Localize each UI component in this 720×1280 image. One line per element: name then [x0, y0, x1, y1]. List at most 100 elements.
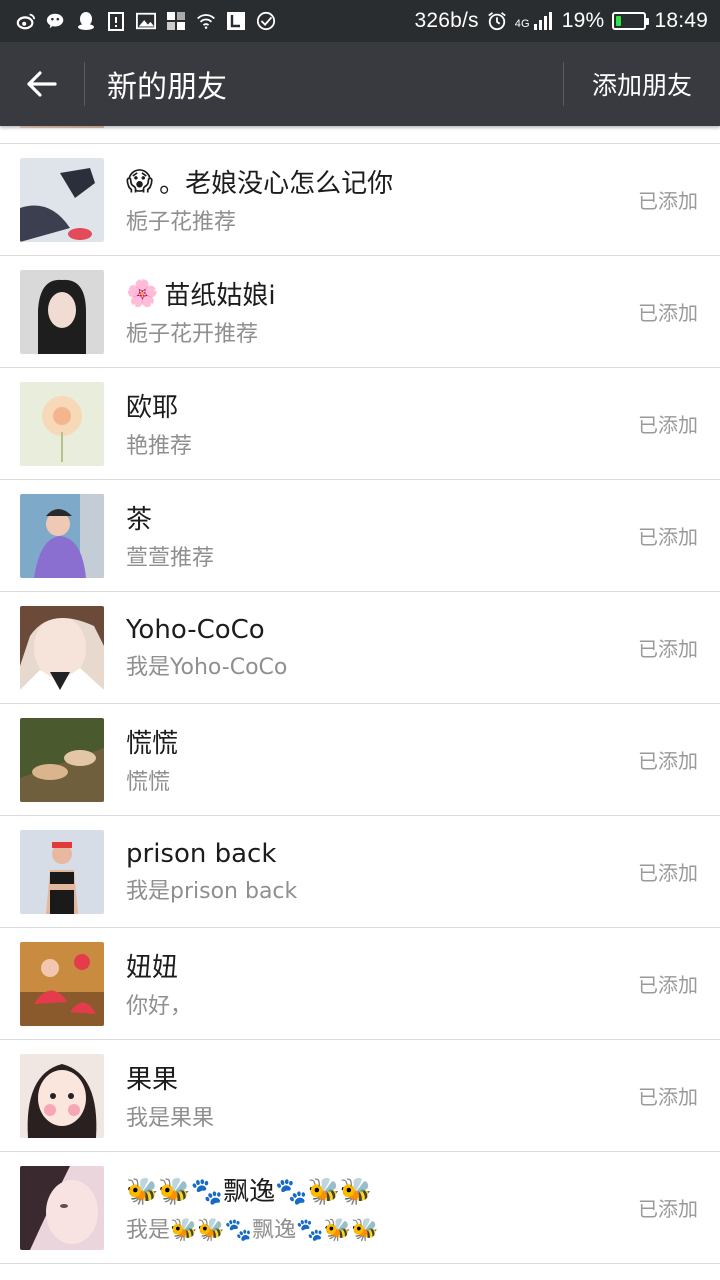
friend-message: 我是果果: [126, 1106, 215, 1131]
app-grid-icon: [166, 11, 186, 31]
avatar[interactable]: [20, 157, 104, 242]
system-status: 326b/s 4G 19% 18:49: [414, 9, 708, 33]
name-emoji-icon: 🌸: [126, 278, 159, 309]
friend-name-text: 欧耶: [126, 393, 179, 423]
friend-info: 慌慌 慌慌: [126, 723, 638, 796]
friend-info: 🐝🐝🐾飘逸🐾🐝🐝 我是🐝🐝🐾飘逸🐾🐝🐝: [126, 1171, 638, 1244]
arrow-left-icon: [27, 71, 57, 97]
friend-message: 艳推荐: [126, 434, 193, 459]
friend-info: 欧耶 艳推荐: [126, 387, 638, 460]
list-item[interactable]: Yoho-CoCo 我是Yoho-CoCo 已添加: [0, 592, 720, 704]
friend-name: 慌慌: [126, 723, 638, 760]
app-bar: 新的朋友 添加朋友: [0, 42, 720, 126]
added-status: 已添加: [638, 637, 698, 661]
friend-message: 栀子花开推荐: [126, 322, 259, 347]
avatar[interactable]: [20, 605, 104, 690]
friend-message: 慌慌: [126, 770, 171, 795]
image-icon: [136, 11, 156, 31]
friend-name-text: 。老娘没心怎么记你: [159, 169, 394, 199]
friend-info: 😱 。老娘没心怎么记你栀子花推荐: [126, 163, 638, 236]
friend-info: Yoho-CoCo 我是Yoho-CoCo: [126, 615, 638, 681]
list-item[interactable]: 茶萱萱推荐 已添加: [0, 480, 720, 592]
wifi-icon: [196, 11, 216, 31]
friend-info: 妞妞你好，: [126, 947, 638, 1020]
friend-name-text: 苗纸姑娘i: [164, 281, 276, 311]
friend-name: 妞妞: [126, 947, 638, 984]
friend-name: 🌸 苗纸姑娘i: [126, 275, 638, 312]
add-friend-button[interactable]: 添加朋友: [564, 42, 720, 126]
avatar[interactable]: [20, 717, 104, 802]
added-status: 已添加: [638, 301, 698, 325]
friend-name-text: 🐝🐝🐾飘逸🐾🐝🐝: [126, 1177, 373, 1207]
clipboard-icon: [106, 11, 126, 31]
avatar[interactable]: [20, 829, 104, 914]
new-friends-list: 😱 。老娘没心怎么记你 栀子花推荐 已添加 🌸 苗纸姑娘i 栀子花开推荐 已添加 欧耶 艳推荐已…: [0, 126, 720, 1280]
list-item[interactable]: 🌸 苗纸姑娘i 栀子花开推荐 已添加: [0, 256, 720, 368]
list-item-partial[interactable]: [0, 126, 720, 144]
alarm-icon: [487, 11, 507, 31]
friend-info: 茶萱萱推荐: [126, 499, 638, 572]
friend-name-text: 慌慌: [126, 729, 179, 759]
avatar[interactable]: [20, 381, 104, 466]
friend-name-text: prison back: [126, 838, 277, 869]
friend-message: 我是prison back: [126, 878, 298, 904]
added-status: 已添加: [638, 749, 698, 773]
friend-message: 萱萱推荐: [126, 546, 215, 571]
added-status: 已添加: [638, 1085, 698, 1109]
friend-name: 茶: [126, 499, 638, 536]
added-status: 已添加: [638, 525, 698, 549]
friend-name: 😱 。老娘没心怎么记你: [126, 163, 638, 200]
friend-message: 我是🐝🐝🐾飘逸🐾🐝🐝: [126, 1218, 379, 1243]
friend-name: 🐝🐝🐾飘逸🐾🐝🐝: [126, 1171, 638, 1208]
check-circle-icon: [256, 11, 276, 31]
list-item[interactable]: 慌慌 慌慌 已添加: [0, 704, 720, 816]
friend-message: 栀子花推荐: [126, 210, 237, 235]
friend-name: prison back: [126, 839, 638, 869]
list-item[interactable]: 果果 我是果果 已添加: [0, 1040, 720, 1152]
friend-name: 欧耶: [126, 387, 638, 424]
friend-name-text: Yoho-CoCo: [126, 614, 265, 645]
list-item[interactable]: 欧耶 艳推荐 已添加: [0, 368, 720, 480]
friend-message: 我是Yoho-CoCo: [126, 654, 288, 680]
friend-name-text: 果果: [126, 1065, 179, 1095]
avatar[interactable]: [20, 493, 104, 578]
network-type: 4G: [514, 18, 530, 30]
added-status: 已添加: [638, 413, 698, 437]
friend-info: prison back 我是prison back: [126, 839, 638, 905]
list-item[interactable]: 🐝🐝🐾飘逸🐾🐝🐝 我是🐝🐝🐾飘逸🐾🐝🐝 已添加: [0, 1152, 720, 1264]
qq-icon: [76, 11, 96, 31]
battery-percent: 19%: [561, 9, 605, 32]
list-item[interactable]: 😱 。老娘没心怎么记你 栀子花推荐 已添加: [0, 144, 720, 256]
list-item[interactable]: prison back 我是prison back 已添加: [0, 816, 720, 928]
notification-icons: [16, 11, 276, 31]
page-title: 新的朋友: [107, 70, 227, 105]
signal-icon: 4G: [515, 12, 554, 30]
wechat-icon: [46, 11, 66, 31]
friend-name: Yoho-CoCo: [126, 615, 638, 645]
back-button[interactable]: [0, 42, 84, 126]
name-emoji-icon: 😱: [126, 166, 154, 197]
avatar[interactable]: [20, 1053, 104, 1138]
list-item[interactable]: 妞妞 你好， 已添加: [0, 928, 720, 1040]
friend-name: 果果: [126, 1059, 638, 1096]
network-speed: 326b/s: [414, 9, 479, 32]
weibo-icon: [16, 11, 36, 31]
avatar[interactable]: [20, 1165, 104, 1250]
added-status: 已添加: [638, 861, 698, 885]
friend-info: 🌸 苗纸姑娘i 栀子花开推荐: [126, 275, 638, 348]
friend-name-text: 茶: [126, 505, 153, 535]
friend-name-text: 妞妞: [126, 953, 179, 983]
friend-info: 果果 我是果果: [126, 1059, 638, 1132]
clock: 18:49: [654, 9, 708, 32]
added-status: 已添加: [638, 973, 698, 997]
added-status: 已添加: [638, 1197, 698, 1221]
status-bar: 326b/s 4G 19% 18:49: [0, 0, 720, 42]
avatar[interactable]: [20, 941, 104, 1026]
battery-level: [616, 16, 622, 26]
avatar[interactable]: [20, 269, 104, 354]
friend-message: 你好，: [126, 994, 193, 1019]
avatar: [20, 126, 104, 128]
battery-icon: [612, 12, 650, 30]
divider: [84, 62, 85, 106]
app-l-icon: [226, 11, 246, 31]
